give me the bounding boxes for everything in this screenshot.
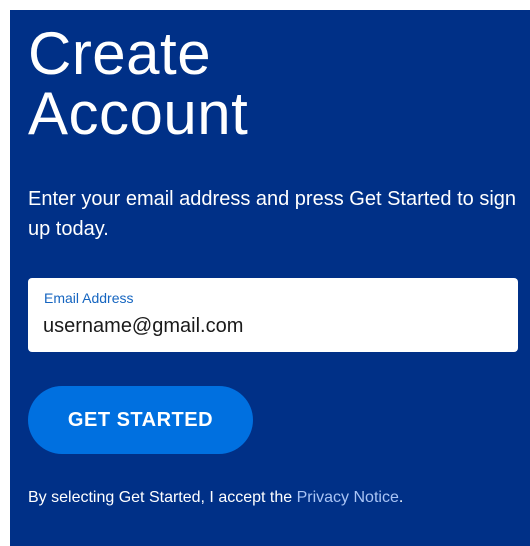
page-title-line-2: Account	[28, 80, 249, 147]
page-title: Create Account	[28, 24, 248, 144]
email-field[interactable]: Email Address	[28, 278, 518, 352]
consent-text: By selecting Get Started, I accept the P…	[28, 488, 403, 508]
privacy-notice-link[interactable]: Privacy Notice	[297, 489, 399, 506]
email-field-label: Email Address	[44, 290, 134, 306]
get-started-button[interactable]: GET STARTED	[28, 386, 253, 454]
page-subtitle: Enter your email address and press Get S…	[28, 188, 517, 240]
consent-suffix: .	[398, 489, 404, 506]
signup-panel: Create Account Enter your email address …	[10, 10, 530, 546]
email-input[interactable]	[43, 312, 498, 340]
page-title-line-1: Create	[28, 20, 212, 87]
consent-prefix: By selecting Get Started, I accept the	[28, 489, 297, 506]
